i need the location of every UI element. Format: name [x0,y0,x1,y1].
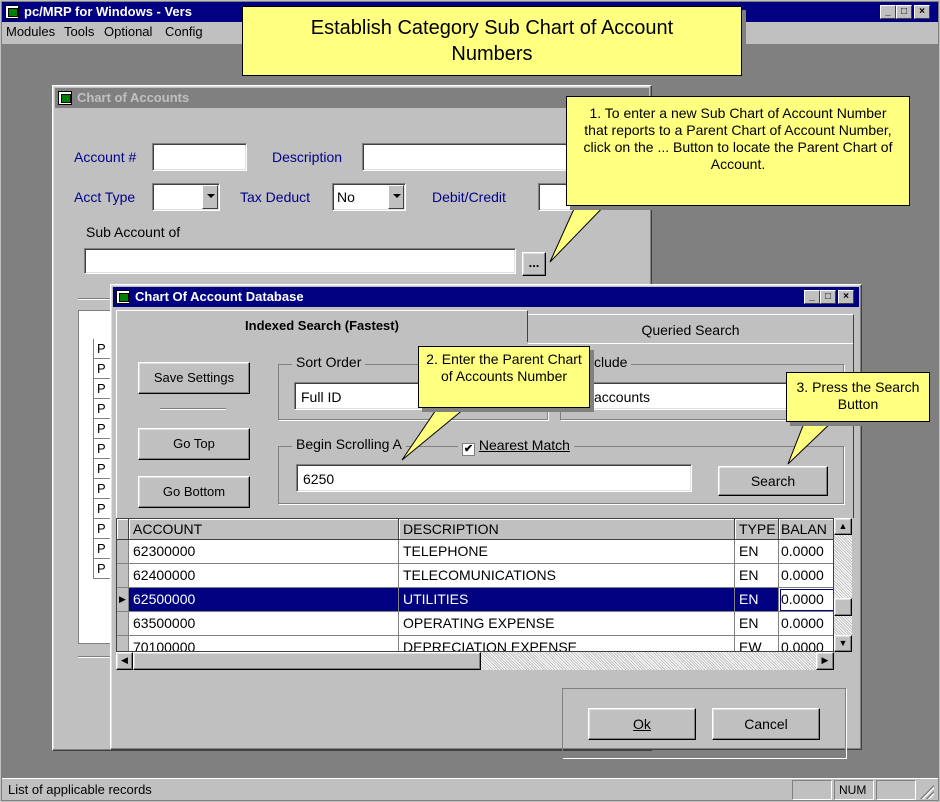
callout-1-pointer [549,199,612,263]
step1-callout: 1. To enter a new Sub Chart of Account N… [566,96,910,206]
step2-callout: 2. Enter the Parent Chart of Accounts Nu… [418,346,590,408]
callout-2-pointer [401,403,472,461]
step3-callout: 3. Press the Search Button [786,372,930,422]
title-callout: Establish Category Sub Chart of Account … [242,6,742,76]
callout-3-pointer [787,417,838,465]
